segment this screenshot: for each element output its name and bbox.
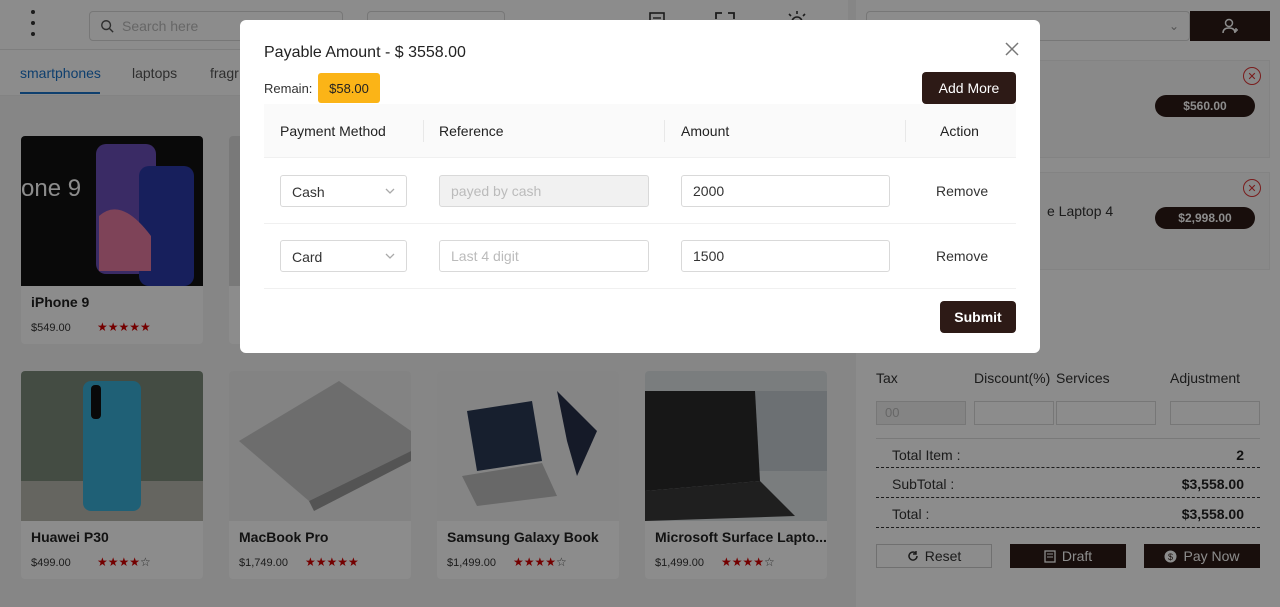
reference-input[interactable] <box>439 240 649 272</box>
payment-row: Card Remove <box>264 224 1016 289</box>
remove-row-link[interactable]: Remove <box>936 183 988 199</box>
column-divider <box>905 120 906 142</box>
column-header: Payment Method <box>280 123 386 139</box>
add-more-button[interactable]: Add More <box>922 72 1016 104</box>
remain-badge: $58.00 <box>318 73 380 103</box>
amount-input[interactable] <box>681 175 890 207</box>
column-header: Reference <box>439 123 504 139</box>
column-header: Amount <box>681 123 730 139</box>
submit-button[interactable]: Submit <box>940 301 1016 333</box>
payment-row: Cash Remove <box>264 159 1016 224</box>
column-divider <box>423 120 424 142</box>
modal-title: Payable Amount - $ 3558.00 <box>264 44 466 61</box>
remove-row-link[interactable]: Remove <box>936 248 988 264</box>
amount-input[interactable] <box>681 240 890 272</box>
payment-table-header: Payment Method Reference Amount Action <box>264 104 1016 158</box>
payment-modal: Payable Amount - $ 3558.00 Remain: $58.0… <box>240 20 1040 353</box>
column-divider <box>664 120 665 142</box>
payment-method-select[interactable]: Card <box>280 240 407 272</box>
column-header: Action <box>940 123 979 139</box>
chevron-down-icon <box>385 253 395 259</box>
remain-label: Remain: <box>264 81 313 96</box>
chevron-down-icon <box>385 188 395 194</box>
close-icon <box>1005 42 1019 56</box>
payment-method-value: Cash <box>292 184 325 200</box>
reference-input[interactable] <box>439 175 649 207</box>
payment-method-value: Card <box>292 249 323 265</box>
close-modal-button[interactable] <box>1002 39 1022 59</box>
payment-method-select[interactable]: Cash <box>280 175 407 207</box>
